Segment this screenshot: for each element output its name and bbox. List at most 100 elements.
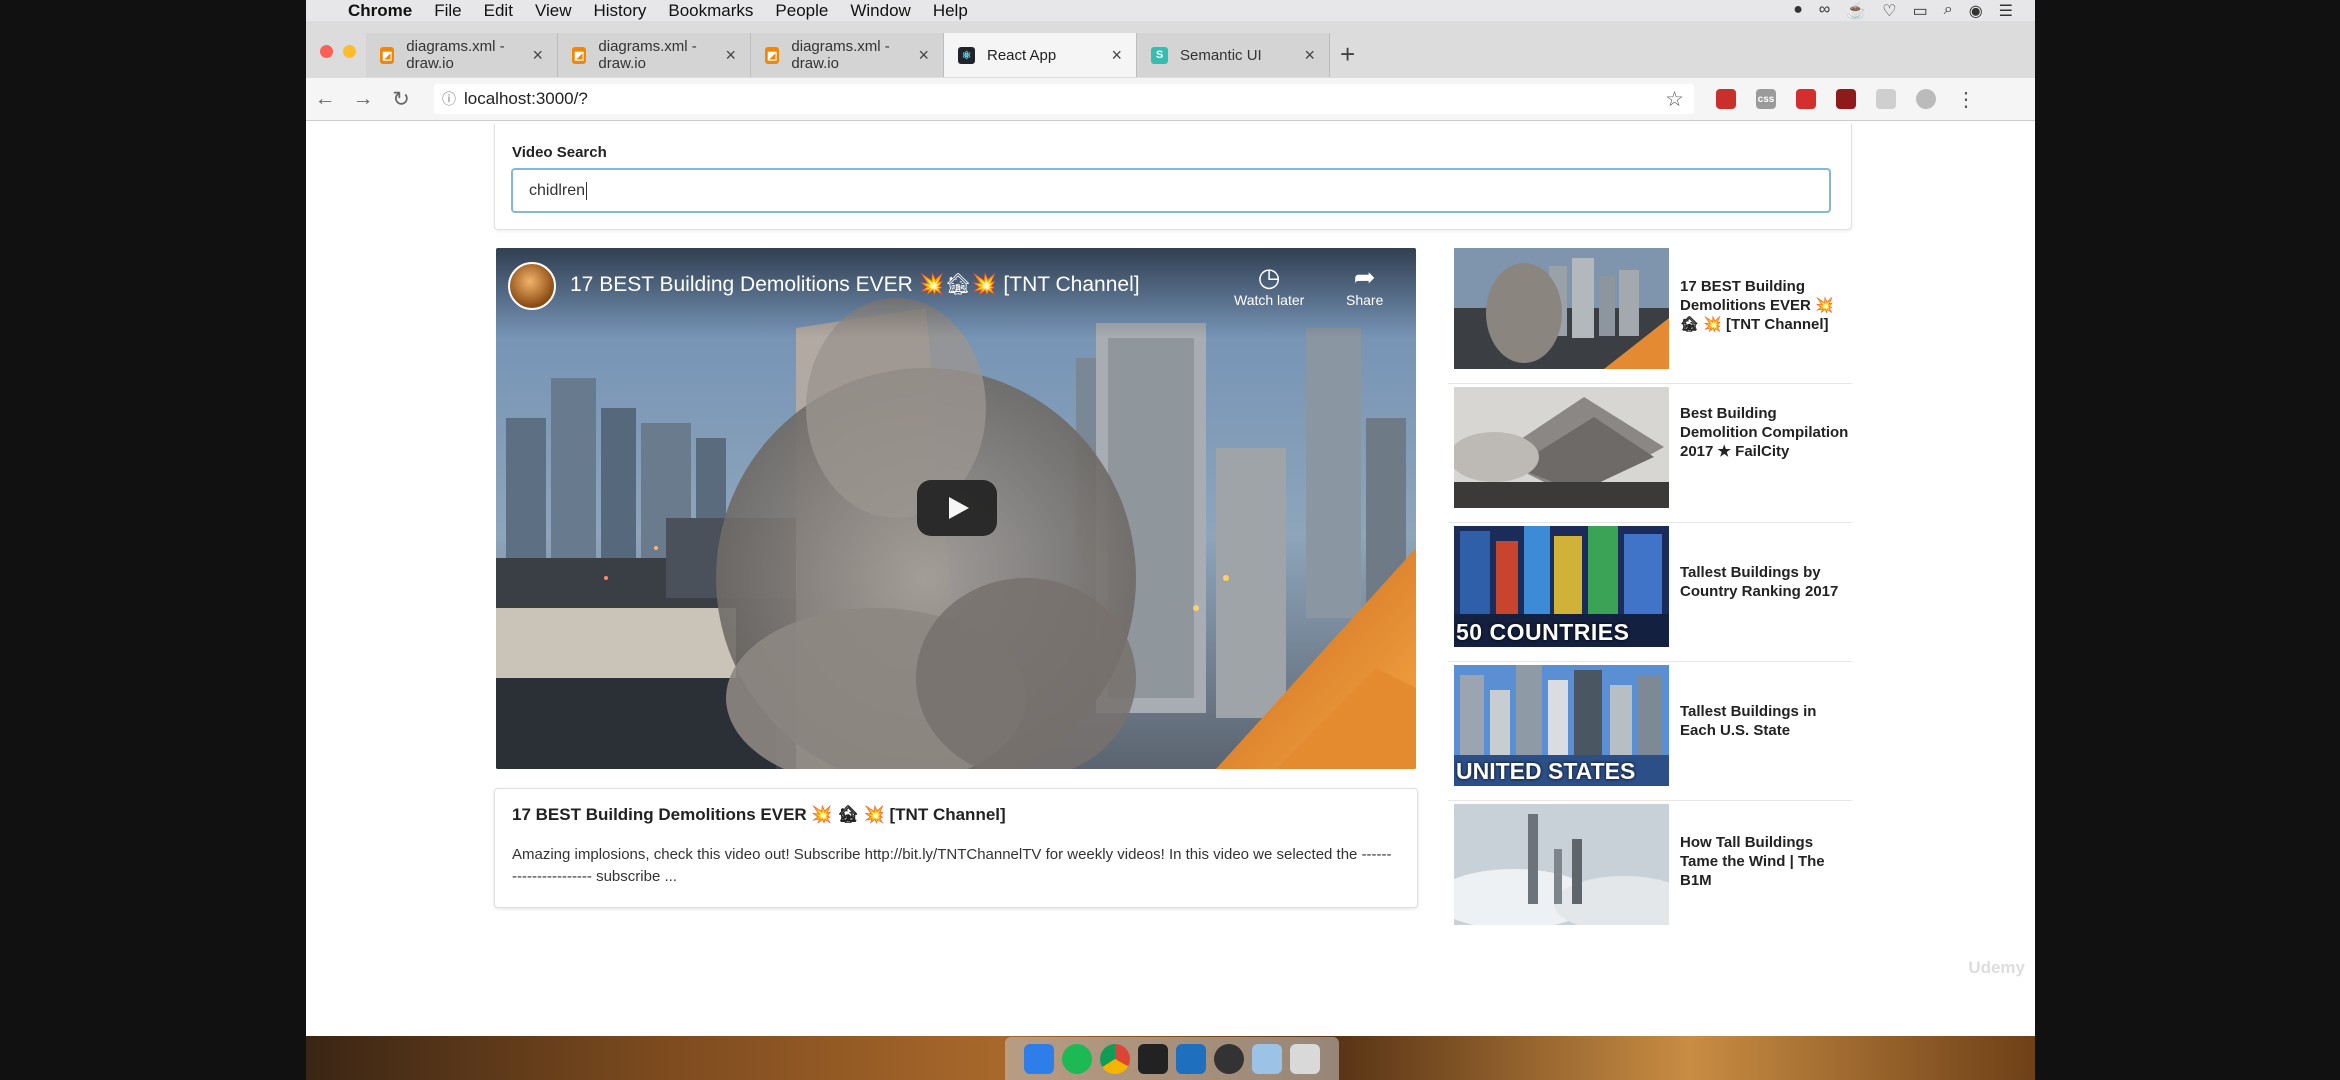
video-list: 17 BEST Building Demolitions EVER 💥 🏚 💥 … [1448,245,1852,939]
menu-view[interactable]: View [535,1,572,21]
tab-drawio-2[interactable]: ◩ diagrams.xml - draw.io × [558,33,751,77]
tab-semantic-ui[interactable]: S Semantic UI × [1137,33,1330,77]
video-list-item[interactable]: UNITED STATES Tallest Buildings in Each … [1448,662,1852,801]
terminal-icon[interactable] [1138,1043,1168,1074]
downloads-folder-icon[interactable] [1252,1043,1282,1074]
menubar-status-icons: ● ∞ ☕ ♡ ▭ ⌕ ◉ ☰ [1793,1,2035,21]
share-button[interactable]: ➦ Share [1346,262,1383,308]
chrome-icon[interactable] [1100,1043,1130,1074]
close-tab-icon[interactable]: × [1304,45,1315,66]
back-arrow-icon[interactable]: ← [306,87,344,111]
siri-icon[interactable]: ◉ [1969,1,1983,21]
menu-kebab-icon[interactable]: ⋮ [1956,87,1976,112]
video-detail: 17 BEST Building Demolitions EVER 💥 🏚 💥 … [494,788,1418,908]
watch-later-button[interactable]: ◷ Watch later [1234,262,1304,308]
video-list-thumbnail[interactable] [1454,248,1669,369]
info-icon[interactable]: ⓘ [434,89,464,109]
play-button[interactable] [917,480,997,536]
video-list-item[interactable]: Best Building Demolition Compilation 201… [1448,384,1852,523]
tab-strip: ◩ diagrams.xml - draw.io × ◩ diagrams.xm… [306,21,2035,79]
tab-drawio-3[interactable]: ◩ diagrams.xml - draw.io × [751,33,944,77]
mac-menubar: Chrome File Edit View History Bookmarks … [306,0,2035,21]
notification-center-icon[interactable]: ☰ [1999,1,2013,21]
video-search-input[interactable]: chidlren [511,168,1831,213]
text-cursor [586,181,588,200]
menu-bookmarks[interactable]: Bookmarks [668,1,753,21]
thumbnail-overlay-text: UNITED STATES [1456,758,1636,784]
video-list-item[interactable]: 17 BEST Building Demolitions EVER 💥 🏚 💥 … [1448,245,1852,384]
obs-icon[interactable] [1214,1043,1244,1074]
watch-later-label: Watch later [1234,292,1305,308]
ext-grey-icon[interactable] [1876,89,1896,109]
udemy-watermark: Udemy [1968,958,2025,977]
close-tab-icon[interactable]: × [1111,45,1122,66]
tab-react-app[interactable]: ⚛ React App × [944,33,1137,77]
search-segment: Video Search chidlren [494,124,1852,230]
profile-avatar-icon[interactable] [1916,89,1936,109]
new-tab-icon[interactable]: + [1340,39,1355,70]
drawio-favicon-icon: ◩ [380,46,395,64]
close-window-button[interactable] [320,45,333,58]
glasses-icon[interactable]: ∞ [1819,1,1830,21]
video-list-item[interactable]: 50 COUNTRIES Tallest Buildings by Countr… [1448,523,1852,662]
address-bar: ← → ↻ ⓘ localhost:3000/? ☆ css ⋮ [306,78,2035,121]
menu-window[interactable]: Window [850,1,910,21]
menu-history[interactable]: History [593,1,646,21]
trash-icon[interactable] [1290,1043,1320,1074]
spotlight-search-icon[interactable]: ⌕ [1944,1,1953,21]
drawio-favicon-icon: ◩ [765,46,780,64]
share-label: Share [1346,292,1384,308]
video-list-item[interactable]: How Tall Buildings Tame the Wind | The B… [1448,801,1852,939]
ext-red-badge-icon[interactable] [1836,89,1856,109]
url-text[interactable]: localhost:3000/? [464,89,588,109]
reload-icon[interactable]: ↻ [382,87,420,112]
video-list-thumbnail[interactable]: UNITED STATES [1454,665,1669,786]
mac-dock [1005,1037,1339,1080]
search-label: Video Search [512,144,607,161]
search-input-value[interactable]: chidlren [529,182,585,200]
menu-people[interactable]: People [775,1,828,21]
screen: Chrome File Edit View History Bookmarks … [306,0,2035,1080]
video-list-title[interactable]: Tallest Buildings by Country Ranking 201… [1680,563,1855,601]
video-list-title[interactable]: How Tall Buildings Tame the Wind | The B… [1680,833,1855,890]
detail-description: Amazing implosions, check this video out… [512,846,1392,885]
close-tab-icon[interactable]: × [725,45,736,66]
video-list-title[interactable]: 17 BEST Building Demolitions EVER 💥 🏚 💥 … [1680,277,1855,334]
status-app-icon[interactable]: ● [1793,1,1803,21]
share-arrow-icon: ➦ [1353,262,1376,292]
vscode-icon[interactable] [1176,1043,1206,1074]
video-player[interactable]: 17 BEST Building Demolitions EVER 💥🏚💥 [T… [496,248,1416,769]
close-tab-icon[interactable]: × [532,45,543,66]
tab-drawio-1[interactable]: ◩ diagrams.xml - draw.io × [366,33,558,77]
player-video-title[interactable]: 17 BEST Building Demolitions EVER 💥🏚💥 [T… [570,273,1140,297]
tab-title: diagrams.xml - draw.io [406,38,505,72]
tab-title: React App [987,46,1057,64]
menu-app-name[interactable]: Chrome [348,1,412,21]
tab-title: Semantic UI [1180,46,1262,64]
clock-icon: ◷ [1257,262,1281,292]
video-list-thumbnail[interactable]: 50 COUNTRIES [1454,526,1669,647]
ext-red-box-icon[interactable] [1796,89,1816,109]
coffee-icon[interactable]: ☕ [1846,1,1866,21]
forward-arrow-icon[interactable]: → [344,87,382,111]
video-list-title[interactable]: Best Building Demolition Compilation 201… [1680,404,1855,461]
menu-edit[interactable]: Edit [484,1,513,21]
url-omnibox[interactable]: ⓘ localhost:3000/? ☆ [434,84,1694,114]
channel-avatar[interactable] [508,262,556,310]
wifi-icon[interactable]: ♡ [1882,1,1896,21]
close-tab-icon[interactable]: × [918,45,929,66]
tab-title: diagrams.xml - draw.io [791,38,890,72]
minimize-window-button[interactable] [343,45,356,58]
menu-file[interactable]: File [434,1,461,21]
spotify-icon[interactable] [1062,1043,1092,1074]
video-list-title[interactable]: Tallest Buildings in Each U.S. State [1680,702,1855,740]
finder-icon[interactable] [1024,1043,1054,1074]
css-ext-icon[interactable]: css [1756,89,1776,109]
extensions-bar: css ⋮ [1716,87,1976,112]
bookmark-star-icon[interactable]: ☆ [1665,87,1684,112]
menu-help[interactable]: Help [933,1,968,21]
video-list-thumbnail[interactable] [1454,387,1669,508]
video-list-thumbnail[interactable] [1454,804,1669,925]
battery-icon[interactable]: ▭ [1913,1,1928,21]
ext-red-counter-icon[interactable] [1716,89,1736,109]
